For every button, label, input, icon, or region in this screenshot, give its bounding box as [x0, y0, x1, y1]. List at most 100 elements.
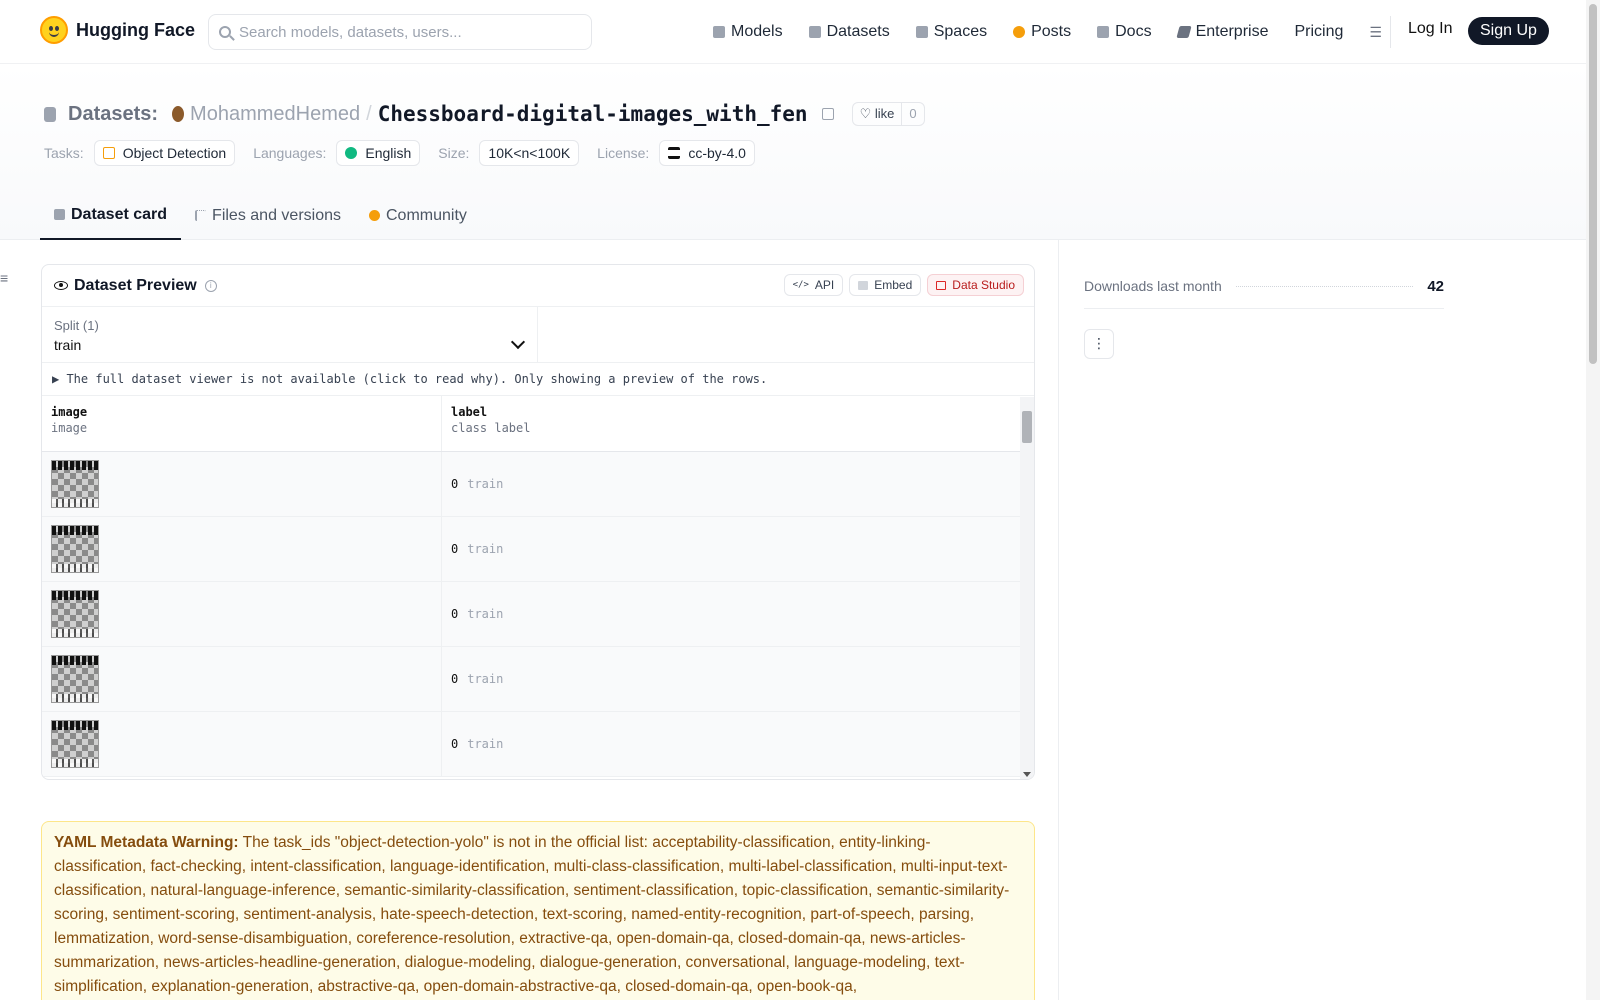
path-separator: /	[366, 102, 372, 125]
more-options-button[interactable]: ⋮	[1084, 329, 1114, 359]
nav-divider	[1390, 16, 1391, 48]
downloads-stat: Downloads last month 42	[1084, 264, 1444, 309]
nav-models[interactable]: Models	[700, 23, 796, 41]
chessboard-thumbnail[interactable]	[51, 590, 99, 638]
nav-enterprise[interactable]: Enterprise	[1165, 23, 1282, 41]
tag-value: cc-by-4.0	[688, 145, 746, 161]
nav-posts[interactable]: Posts	[1000, 23, 1084, 41]
list-menu-icon: ☰	[1369, 23, 1382, 40]
copy-icon[interactable]	[821, 108, 834, 120]
file-tree-icon	[195, 210, 207, 221]
table-row[interactable]: 0 train	[42, 712, 1034, 777]
like-count[interactable]: 0	[901, 103, 923, 125]
tab-community[interactable]: Community	[355, 191, 481, 240]
split-label: Split (1)	[54, 318, 99, 333]
chessboard-thumbnail[interactable]	[51, 460, 99, 508]
label-number: 0	[451, 477, 459, 491]
api-button[interactable]: </> API	[783, 274, 844, 296]
info-icon[interactable]: i	[204, 279, 217, 292]
code-icon: </>	[792, 280, 809, 290]
chessboard-thumbnail[interactable]	[51, 525, 99, 573]
category-link[interactable]: Datasets:	[68, 103, 158, 126]
label-text: train	[467, 542, 504, 556]
owner-link[interactable]: MohammedHemed	[190, 103, 360, 126]
viewer-notice[interactable]: ▶ The full dataset viewer is not availab…	[42, 363, 1034, 396]
database-icon	[44, 106, 56, 122]
dataset-preview: Dataset Preview i </> API Embed Data Stud…	[41, 264, 1035, 780]
tag-size[interactable]: 10K<n<100K	[479, 140, 580, 166]
yaml-metadata-warning: YAML Metadata Warning: The task_ids "obj…	[41, 821, 1035, 1000]
search-icon	[219, 26, 231, 38]
tab-dataset-card[interactable]: Dataset card	[40, 191, 182, 240]
sidebar-toggle-icon[interactable]: ≡	[0, 270, 8, 286]
page-scrollbar[interactable]	[1586, 0, 1600, 1000]
nav-spaces-label: Spaces	[933, 23, 988, 40]
nav-docs[interactable]: Docs	[1084, 23, 1164, 41]
label-text: train	[467, 607, 504, 621]
api-label: API	[814, 278, 835, 292]
tag-english[interactable]: English	[336, 140, 421, 166]
scroll-down-arrow-icon[interactable]	[1023, 772, 1031, 777]
preview-title: Dataset Preview	[74, 276, 197, 294]
object-detection-icon	[102, 147, 115, 159]
nav-pricing[interactable]: Pricing	[1281, 23, 1356, 41]
chessboard-thumbnail[interactable]	[51, 655, 99, 703]
table-row[interactable]: 0 train	[42, 582, 1034, 647]
data-studio-button[interactable]: Data Studio	[927, 274, 1024, 296]
brand-logo[interactable]: Hugging Face	[40, 16, 195, 44]
chessboard-thumbnail[interactable]	[51, 720, 99, 768]
tag-value: 10K<n<100K	[488, 145, 571, 161]
downloads-label: Downloads last month	[1084, 278, 1222, 294]
tag-object-detection[interactable]: Object Detection	[93, 140, 236, 166]
data-studio-label: Data Studio	[952, 278, 1015, 292]
like-button[interactable]: ♡ like 0	[851, 102, 925, 126]
column-divider	[1058, 240, 1059, 1000]
embed-label: Embed	[874, 278, 913, 292]
table-scrollbar[interactable]	[1020, 397, 1034, 779]
label-text: train	[467, 737, 504, 751]
embed-icon	[858, 280, 869, 290]
table-header: image image label class label	[42, 396, 1034, 452]
table-row[interactable]: 0 train	[42, 647, 1034, 712]
warning-text: The task_ids "object-detection-yolo" is …	[54, 834, 1010, 995]
tab-label: Community	[386, 206, 467, 224]
tag-value: English	[365, 145, 412, 161]
login-link[interactable]: Log In	[1408, 20, 1452, 38]
page-scrollbar-thumb[interactable]	[1589, 4, 1597, 364]
repo-name[interactable]: Chessboard-digital-images_with_fen	[378, 102, 808, 126]
book-icon	[1097, 26, 1110, 38]
label-number: 0	[451, 607, 459, 621]
table-row[interactable]: 0 train	[42, 452, 1034, 517]
tag-license[interactable]: cc-by-4.0	[659, 140, 755, 166]
eye-icon	[54, 281, 68, 290]
tag-category-languages: Languages:	[253, 145, 327, 161]
tags-row: Tasks: Object Detection Languages: Engli…	[44, 140, 765, 166]
top-nav: Hugging Face Models Datasets Spaces Post…	[0, 0, 1586, 64]
table-row[interactable]: 0 train	[42, 517, 1034, 582]
column-header-image[interactable]: image image	[42, 396, 442, 451]
search-box[interactable]	[208, 14, 592, 50]
embed-button[interactable]: Embed	[849, 274, 922, 296]
column-header-label[interactable]: label class label	[442, 396, 1034, 451]
search-input[interactable]	[239, 23, 559, 41]
signup-button[interactable]: Sign Up	[1468, 17, 1549, 45]
tab-label: Files and versions	[212, 206, 341, 224]
split-select[interactable]: Split (1) train	[42, 307, 538, 362]
label-number: 0	[451, 672, 459, 686]
label-text: train	[467, 672, 504, 686]
database-icon	[808, 26, 821, 38]
downloads-value: 42	[1427, 277, 1444, 295]
cube-icon	[54, 209, 65, 220]
warning-title: YAML Metadata Warning:	[54, 834, 239, 851]
community-icon	[369, 210, 380, 221]
table-icon	[936, 280, 947, 290]
preview-header: Dataset Preview i </> API Embed Data Stud…	[42, 265, 1034, 307]
tab-files-and-versions[interactable]: Files and versions	[181, 191, 355, 240]
split-selector-row: Split (1) train	[42, 307, 1034, 363]
nav-datasets[interactable]: Datasets	[796, 23, 903, 41]
tag-category-license: License:	[597, 145, 650, 161]
nav-datasets-label: Datasets	[826, 23, 890, 40]
scrollbar-thumb[interactable]	[1022, 411, 1032, 443]
nav-spaces[interactable]: Spaces	[903, 23, 1000, 41]
nav-enterprise-label: Enterprise	[1195, 23, 1269, 40]
